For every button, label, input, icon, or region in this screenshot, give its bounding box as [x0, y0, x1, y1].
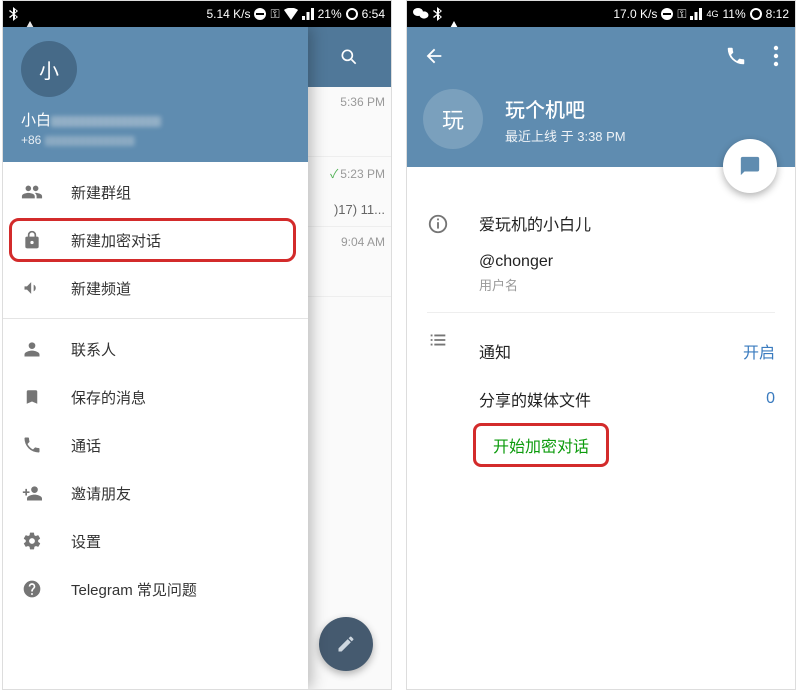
dnd-icon	[661, 8, 673, 20]
clock-text: 8:12	[766, 7, 789, 21]
name-redacted	[51, 116, 161, 127]
my-phone-prefix: +86	[21, 133, 41, 147]
warning-icon	[25, 7, 35, 21]
chat-preview-row[interactable]: 5:36 PM	[306, 87, 391, 157]
vpn-icon: ⚿	[270, 7, 279, 22]
wifi-icon	[284, 8, 298, 20]
drawer-contacts[interactable]: 联系人	[3, 325, 308, 373]
drawer-item-label: Telegram 常见问题	[71, 579, 197, 600]
back-button[interactable]	[423, 45, 445, 67]
wechat-icon	[413, 7, 429, 21]
status-bar: 5.14 K/s ⚿ 21% 6:54	[3, 1, 391, 27]
chat-preview-row[interactable]: ✓5:23 PM )17) 11...	[306, 157, 391, 227]
profile-name: 玩个机吧	[505, 94, 626, 123]
notifications-row[interactable]: 通知 开启	[479, 327, 775, 375]
drawer-header[interactable]: 小 小白 +86	[3, 27, 308, 162]
net-speed: 17.0 K/s	[613, 7, 657, 21]
start-secret-chat-button[interactable]: 开始加密对话	[479, 423, 603, 467]
left-phone: 5.14 K/s ⚿ 21% 6:54 5:36 PM ✓5:23 PM )17	[2, 0, 392, 690]
drawer-invite[interactable]: 邀请朋友	[3, 469, 308, 517]
drawer-new-group[interactable]: 新建群组	[3, 168, 308, 216]
list-icon	[427, 329, 451, 353]
gear-icon	[21, 530, 43, 552]
drawer-item-label: 新建频道	[71, 278, 131, 299]
more-vert-icon	[773, 45, 779, 67]
warning-icon	[449, 7, 459, 21]
help-icon	[21, 578, 43, 600]
drawer-item-label: 邀请朋友	[71, 483, 131, 504]
chat-preview-text: )17) 11...	[306, 202, 385, 217]
appbar-search[interactable]	[306, 27, 391, 87]
drawer-item-label: 通话	[71, 435, 101, 456]
chat-icon	[739, 155, 761, 177]
profile-username[interactable]: @chonger	[479, 253, 775, 271]
signal-icon	[302, 8, 314, 20]
vpn-icon: ⚿	[677, 7, 686, 22]
contact-icon	[21, 338, 43, 360]
status-bar: 17.0 K/s ⚿ 4G 11% 8:12	[407, 1, 795, 27]
drawer-faq[interactable]: Telegram 常见问题	[3, 565, 308, 613]
compose-fab[interactable]	[319, 617, 373, 671]
chat-preview-row[interactable]: 9:04 AM	[306, 227, 391, 297]
net-speed: 5.14 K/s	[206, 7, 250, 21]
shared-media-row[interactable]: 分享的媒体文件 0	[479, 375, 775, 423]
username-label: 用户名	[479, 275, 775, 294]
nav-drawer: 小 小白 +86 新建群组 新建加密对话 新建频道 联系人	[3, 27, 308, 689]
battery-text: 21%	[318, 7, 342, 21]
profile-bio: 爱玩机的小白儿	[479, 211, 775, 235]
drawer-item-label: 新建群组	[71, 182, 131, 203]
arrow-back-icon	[423, 45, 445, 67]
section-separator	[427, 312, 775, 313]
pencil-icon	[336, 634, 356, 654]
shared-media-label: 分享的媒体文件	[479, 387, 591, 411]
info-icon	[427, 213, 451, 237]
drawer-new-channel[interactable]: 新建频道	[3, 264, 308, 312]
chat-time: 9:04 AM	[341, 235, 385, 249]
message-fab[interactable]	[723, 139, 777, 193]
dnd-icon	[254, 8, 266, 20]
megaphone-icon	[21, 277, 43, 299]
drawer-new-secret-chat[interactable]: 新建加密对话	[3, 216, 308, 264]
drawer-item-label: 联系人	[71, 339, 116, 360]
battery-ring-icon	[346, 8, 358, 20]
phone-icon	[21, 434, 43, 456]
people-icon	[21, 181, 43, 203]
drawer-item-label: 保存的消息	[71, 387, 146, 408]
chat-time: 5:23 PM	[340, 167, 385, 181]
overflow-button[interactable]	[773, 45, 779, 67]
right-phone: 17.0 K/s ⚿ 4G 11% 8:12	[406, 0, 796, 690]
chat-time: 5:36 PM	[340, 95, 385, 109]
drawer-item-label: 新建加密对话	[71, 230, 161, 251]
my-name: 小白	[21, 112, 51, 129]
search-icon	[339, 47, 359, 67]
drawer-calls[interactable]: 通话	[3, 421, 308, 469]
shared-media-value: 0	[766, 390, 775, 408]
call-button[interactable]	[725, 45, 747, 67]
clock-text: 6:54	[362, 7, 385, 21]
battery-text: 11%	[723, 7, 746, 21]
read-check-icon: ✓	[330, 167, 338, 181]
network-type: 4G	[706, 9, 718, 19]
drawer-saved[interactable]: 保存的消息	[3, 373, 308, 421]
phone-icon	[725, 45, 747, 67]
bookmark-icon	[21, 386, 43, 408]
bluetooth-icon	[433, 7, 445, 21]
profile-avatar[interactable]: 玩	[423, 89, 483, 149]
signal-icon	[690, 8, 702, 20]
my-avatar[interactable]: 小	[21, 41, 77, 97]
battery-ring-icon	[750, 8, 762, 20]
profile-appbar: 玩 玩个机吧 最近上线 于 3:38 PM	[407, 27, 795, 167]
notifications-label: 通知	[479, 339, 511, 363]
drawer-separator	[3, 318, 308, 319]
person-add-icon	[21, 482, 43, 504]
drawer-item-label: 设置	[71, 531, 101, 552]
phone-redacted	[45, 136, 135, 146]
notifications-value: 开启	[743, 339, 775, 363]
bluetooth-icon	[9, 7, 21, 21]
drawer-settings[interactable]: 设置	[3, 517, 308, 565]
lock-icon	[21, 229, 43, 251]
profile-last-seen: 最近上线 于 3:38 PM	[505, 126, 626, 145]
